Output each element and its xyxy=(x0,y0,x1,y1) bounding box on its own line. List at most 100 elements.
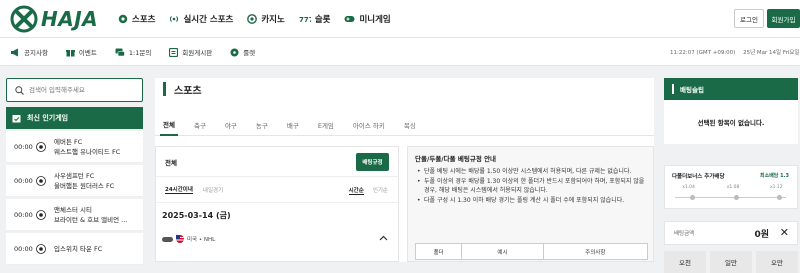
bonus-level-label: x1.04 xyxy=(682,185,695,190)
us-flag-icon xyxy=(176,235,184,243)
login-button[interactable]: 로그인 xyxy=(734,9,764,28)
rule-item: 단폴 베팅 시에는 배당률 1.50 이상만 시스템에서 허용되며, 다른 규제… xyxy=(415,167,646,177)
bonus-min-odds: 최소배당 1.3 xyxy=(760,173,789,179)
subnav-event[interactable]: 이벤트 xyxy=(65,47,97,57)
quick-amount-buttons: 오천 일만 오만 xyxy=(664,251,798,273)
subnav-board[interactable]: 회원게시판 xyxy=(169,47,212,57)
page-title-text: 스포츠 xyxy=(174,85,202,97)
bonus-dot xyxy=(734,195,739,200)
subnav-board-label: 회원게시판 xyxy=(182,49,213,57)
nav-sports[interactable]: 스포츠 xyxy=(118,13,155,25)
bet-slip: 배팅슬립 선택된 항목이 없습니다. 다폴더보너스 추가배당 최소배당 1.3 … xyxy=(664,78,798,273)
gamepad-icon xyxy=(344,16,355,22)
nav-minigame-label: 미니게임 xyxy=(359,15,391,25)
search-icon[interactable] xyxy=(15,85,24,95)
soccer-ball-icon xyxy=(36,141,46,152)
filter-24h[interactable]: 24시간이내 xyxy=(165,185,193,194)
sort-time[interactable]: 시간순 xyxy=(348,186,364,195)
nav-casino[interactable]: 카지노 xyxy=(247,13,285,25)
bonus-track: x1.04 x1.08 x1.12 xyxy=(672,185,789,203)
popular-games-title: 최신 인기게임 xyxy=(27,114,69,122)
clear-amount-icon[interactable]: ✕ xyxy=(780,227,789,239)
svg-text:777: 777 xyxy=(299,16,311,24)
join-button[interactable]: 회원가입 xyxy=(767,9,800,28)
filter-tomorrow[interactable]: 내일경기 xyxy=(203,186,223,194)
bet-slip-header: 배팅슬립 xyxy=(664,78,798,100)
nav-minigame[interactable]: 미니게임 xyxy=(344,13,391,25)
nav-live-sports[interactable]: 실시간 스포츠 xyxy=(169,13,233,25)
nav-sports-label: 스포츠 xyxy=(132,15,156,25)
sub-nav: 공지사항 이벤트 1:1문의 회원게시판 룰렛 xyxy=(10,38,273,66)
bonus-dot xyxy=(777,195,783,200)
live-signal-icon xyxy=(170,16,179,22)
popular-game-row[interactable]: 00:00 사우샘프턴 FC 울버햄튼 원더러스 FC xyxy=(6,165,143,197)
league-name: 미국 • NHL xyxy=(187,237,216,243)
quick-amount-50000-button[interactable]: 오만 xyxy=(756,251,798,273)
subnav-inquiry-label: 1:1문의 xyxy=(128,49,152,57)
rules-col-folder: 폴더 xyxy=(414,243,463,260)
game-time: 00:00 xyxy=(14,176,33,185)
rules-col-example: 예시 xyxy=(461,243,544,260)
search-box xyxy=(6,78,143,102)
popular-game-row[interactable]: 00:00 입스위치 타운 FC xyxy=(6,233,143,265)
tab-ice-hockey[interactable]: 아이스 하키 xyxy=(350,114,388,136)
subnav-roulette-label: 룰렛 xyxy=(243,49,256,57)
tab-all[interactable]: 전체 xyxy=(160,114,178,136)
multi-bonus-box: 다폴더보너스 추가배당 최소배당 1.3 x1.04 x1.08 x1.12 xyxy=(664,165,798,209)
clock: 11:22:07 (GMT +09:00) 25년 Mar 14일 Fri요일 xyxy=(670,48,800,56)
tab-soccer[interactable]: 축구 xyxy=(191,114,209,136)
away-team: 웨스트햄 유나이티드 FC xyxy=(54,147,121,156)
popular-game-row[interactable]: 00:00 맨체스터 시티 브라이턴 & 호브 앨비언 ... xyxy=(6,199,143,231)
quick-amount-10000-button[interactable]: 일만 xyxy=(710,251,752,273)
subnav-event-label: 이벤트 xyxy=(78,49,97,57)
soccer-ball-icon xyxy=(36,209,46,220)
logo[interactable]: HAJA xyxy=(10,5,110,33)
tab-basketball[interactable]: 농구 xyxy=(253,114,271,136)
game-teams: 에버튼 FC 웨스트햄 유나이티드 FC xyxy=(54,137,120,157)
chevron-up-icon[interactable] xyxy=(379,235,388,241)
subnav-notice[interactable]: 공지사항 xyxy=(10,47,48,57)
game-teams: 사우샘프턴 FC 울버햄튼 원더러스 FC xyxy=(54,171,114,191)
bet-slip-empty: 선택된 항목이 없습니다. xyxy=(664,100,798,144)
popular-games-header: 최신 인기게임 xyxy=(6,107,143,129)
match-list-header: 전체 배팅규정 xyxy=(156,147,398,177)
sort-popular[interactable]: 인기순 xyxy=(373,186,388,195)
tab-volleyball[interactable]: 배구 xyxy=(284,114,302,136)
popular-game-row[interactable]: 00:00 에버튼 FC 웨스트햄 유나이티드 FC xyxy=(6,131,143,163)
tab-baseball[interactable]: 야구 xyxy=(222,114,240,136)
casino-chip-icon xyxy=(247,14,258,24)
home-team: 맨체스터 시티 xyxy=(54,205,92,214)
logo-mark-icon xyxy=(10,5,38,33)
rules-col-notes: 주의사항 xyxy=(542,243,649,260)
tab-boxing[interactable]: 복싱 xyxy=(401,114,419,136)
soccer-ball-icon xyxy=(36,175,46,186)
subnav-roulette[interactable]: 룰렛 xyxy=(230,47,255,57)
chat-icon xyxy=(115,48,125,56)
subnav-inquiry[interactable]: 1:1문의 xyxy=(115,47,151,57)
bonus-level-label: x1.12 xyxy=(769,185,783,190)
league-row[interactable]: 미국 • NHL xyxy=(156,227,398,251)
match-list: 전체 배팅규정 24시간이내 내일경기 시간순 인기순 2025-03-14 (… xyxy=(155,146,399,262)
bet-rules-panel: 단폴/두폴/다폴 베팅규정 안내 단폴 베팅 시에는 배당률 1.50 이상만 … xyxy=(407,146,654,262)
soccer-ball-icon xyxy=(118,14,128,24)
nav-casino-label: 카지노 xyxy=(261,15,285,25)
brand-name: HAJA xyxy=(41,7,99,31)
bet-amount-row: 배팅금액 0원 ✕ xyxy=(664,221,798,245)
slot-777-icon: 777 xyxy=(299,16,311,24)
bet-amount-value: 0원 xyxy=(754,230,769,240)
home-team: 입스위치 타운 FC xyxy=(54,244,103,253)
tab-egame[interactable]: E게임 xyxy=(315,114,337,136)
bet-rules-button[interactable]: 배팅규정 xyxy=(356,153,389,171)
sports-panel: 스포츠 전체 축구 야구 농구 배구 E게임 아이스 하키 복싱 전체 배팅규정… xyxy=(155,78,654,262)
top-bar: HAJA 스포츠 실시간 스포츠 카지노 777 슬롯 미니게임 로그인 회원가… xyxy=(0,0,800,38)
board-icon xyxy=(169,47,179,57)
bonus-level-label: x1.08 xyxy=(726,185,740,190)
match-filters: 24시간이내 내일경기 시간순 인기순 xyxy=(156,177,398,203)
search-input[interactable] xyxy=(29,86,129,94)
quick-amount-5000-button[interactable]: 오천 xyxy=(664,251,706,273)
clock-time: 11:22:07 (GMT +09:00) xyxy=(670,50,736,56)
nav-slot[interactable]: 777 슬롯 xyxy=(299,13,331,25)
game-teams: 맨체스터 시티 브라이턴 & 호브 앨비언 ... xyxy=(54,205,127,225)
match-date: 2025-03-14 (금) xyxy=(162,210,231,220)
away-team: 울버햄튼 원더러스 FC xyxy=(54,181,115,190)
